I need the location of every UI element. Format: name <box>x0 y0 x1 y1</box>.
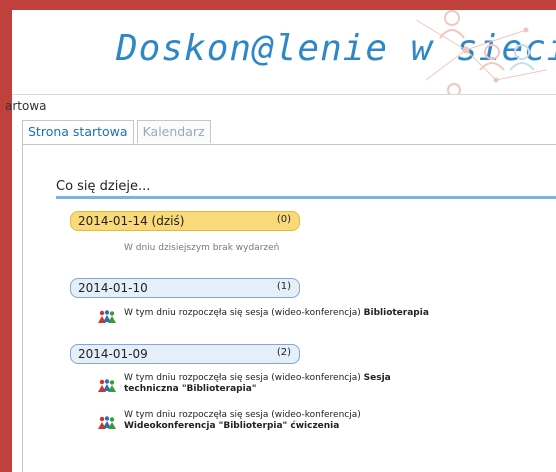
day-event-count: (0) <box>276 214 291 225</box>
section-title: Co się dzieje... <box>56 179 151 194</box>
day-date: 2014-01-09 <box>78 347 148 361</box>
event-text: W tym dniu rozpoczęła się sesja (wideo-k… <box>124 308 429 318</box>
day-event-count: (2) <box>276 347 291 358</box>
day-date: 2014-01-10 <box>78 281 148 295</box>
day-event-count: (1) <box>276 281 291 292</box>
event-session-link[interactable]: Biblioterapia <box>364 308 429 318</box>
breadcrumb: artowa <box>5 99 47 113</box>
people-icon <box>98 310 116 323</box>
day-header-today[interactable]: 2014-01-14 (dziś) (0) <box>70 211 300 231</box>
day-header[interactable]: 2014-01-10 (1) <box>70 278 300 298</box>
frame-border-left <box>0 0 12 472</box>
people-icon <box>98 379 116 392</box>
tab-bar: Strona startowa Kalendarz <box>22 120 214 144</box>
page: Doskon@lenie w sieci artowa Strona start… <box>0 0 556 472</box>
header-divider <box>12 94 556 95</box>
no-events-message: W dniu dzisiejszym brak wydarzeń <box>124 243 280 253</box>
frame-border-top <box>0 0 556 10</box>
event-text: W tym dniu rozpoczęła się sesja (wideo-k… <box>124 373 391 394</box>
event-session-link[interactable]: Sesja <box>364 373 391 383</box>
section-divider <box>56 196 556 199</box>
tab-panel-border <box>22 144 556 145</box>
event-session-link[interactable]: Wideokonferencja "Biblioterpia" ćwiczeni… <box>124 421 339 431</box>
site-header: Doskon@lenie w sieci <box>12 10 556 94</box>
tab-strona-startowa[interactable]: Strona startowa <box>22 120 134 144</box>
tab-panel-left-border <box>22 144 23 472</box>
day-date: 2014-01-14 (dziś) <box>78 214 185 228</box>
tab-kalendarz[interactable]: Kalendarz <box>136 120 211 143</box>
network-people-decoration-icon <box>415 10 547 94</box>
people-icon <box>98 416 116 429</box>
day-header[interactable]: 2014-01-09 (2) <box>70 344 300 364</box>
event-session-link[interactable]: techniczna "Biblioterapia" <box>124 384 256 394</box>
event-text: W tym dniu rozpoczęła się sesja (wideo-k… <box>124 410 361 431</box>
